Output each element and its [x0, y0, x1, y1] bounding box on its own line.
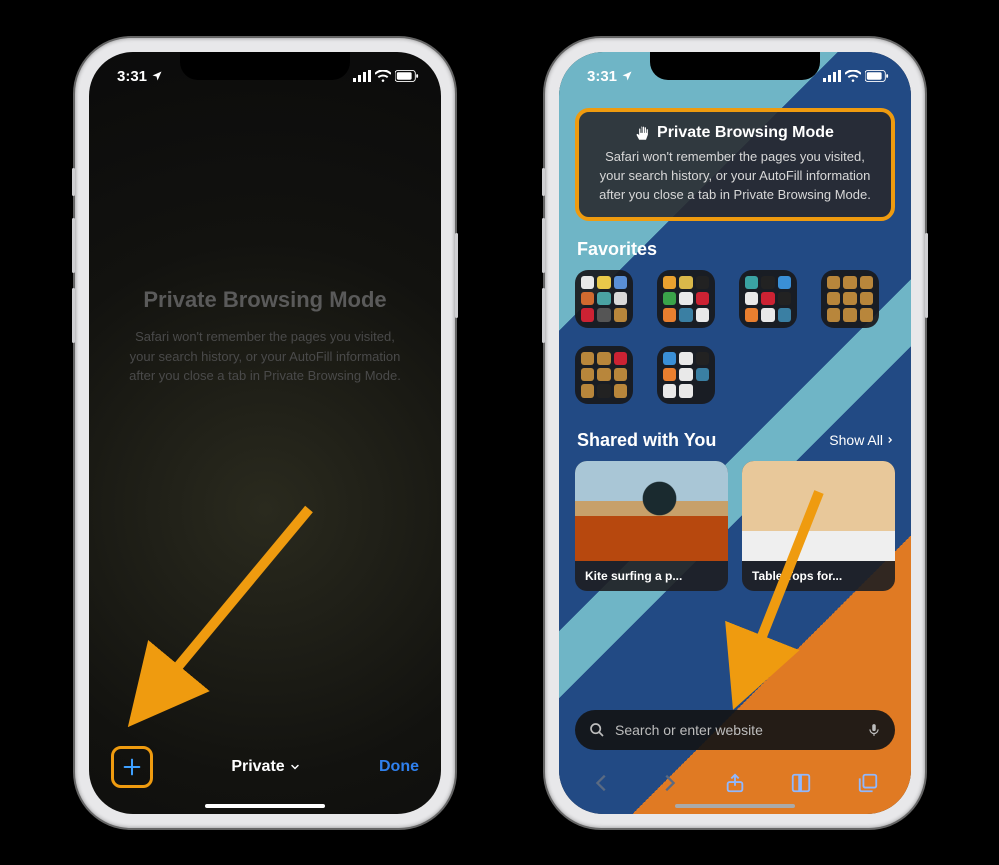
hand-icon	[636, 126, 651, 141]
shared-thumbnail	[575, 461, 728, 561]
favorites-grid	[575, 270, 895, 404]
cellular-icon	[353, 70, 371, 82]
show-all-label: Show All	[829, 432, 883, 448]
tab-group-selector[interactable]: Private	[231, 758, 300, 776]
shared-thumbnail	[742, 461, 895, 561]
private-mode-description: Safari won't remember the pages you visi…	[89, 327, 441, 386]
notch	[650, 52, 820, 80]
shared-item[interactable]: Table Tops for...	[742, 461, 895, 591]
screen-right: 3:31 Private Browsing Mode Safari won't …	[559, 52, 911, 814]
plus-icon	[121, 756, 143, 778]
battery-icon	[395, 70, 419, 82]
chevron-down-icon	[289, 761, 301, 773]
annotation-arrow-left	[129, 499, 329, 734]
notch	[180, 52, 350, 80]
done-button[interactable]: Done	[379, 758, 419, 776]
show-all-button[interactable]: Show All	[829, 432, 895, 448]
share-button[interactable]	[715, 772, 755, 794]
chevron-right-icon	[885, 434, 895, 446]
search-field[interactable]: Search or enter website	[575, 710, 895, 750]
favorites-folder[interactable]	[739, 270, 797, 328]
location-arrow-icon	[621, 70, 633, 82]
forward-button[interactable]	[649, 772, 689, 794]
tabs-button[interactable]	[848, 772, 888, 794]
status-time: 3:31	[587, 68, 617, 85]
tab-switcher-toolbar: Private Done	[89, 736, 441, 814]
favorites-folder[interactable]	[575, 270, 633, 328]
wifi-icon	[375, 70, 391, 82]
cellular-icon	[823, 70, 841, 82]
favorites-folder[interactable]	[821, 270, 879, 328]
favorites-folder[interactable]	[575, 346, 633, 404]
phone-left: 3:31 Private Browsing Mode Safari won't …	[75, 38, 455, 828]
favorites-folder[interactable]	[657, 346, 715, 404]
back-button[interactable]	[582, 772, 622, 794]
favorites-folder[interactable]	[657, 270, 715, 328]
phone-right: 3:31 Private Browsing Mode Safari won't …	[545, 38, 925, 828]
private-mode-title: Private Browsing Mode	[89, 287, 441, 313]
shared-caption: Table Tops for...	[742, 561, 895, 591]
screen-left: 3:31 Private Browsing Mode Safari won't …	[89, 52, 441, 814]
shared-caption: Kite surfing a p...	[575, 561, 728, 591]
shared-heading: Shared with You	[577, 430, 716, 451]
favorites-heading: Favorites	[577, 239, 895, 260]
banner-body: Safari won't remember the pages you visi…	[593, 148, 877, 205]
shared-item[interactable]: Kite surfing a p...	[575, 461, 728, 591]
location-arrow-icon	[151, 70, 163, 82]
wifi-icon	[845, 70, 861, 82]
battery-icon	[865, 70, 889, 82]
tab-group-label: Private	[231, 758, 284, 776]
microphone-icon[interactable]	[867, 721, 881, 739]
status-time: 3:31	[117, 68, 147, 85]
home-indicator[interactable]	[675, 804, 795, 808]
banner-title: Private Browsing Mode	[657, 124, 834, 142]
search-icon	[589, 722, 605, 738]
home-indicator[interactable]	[205, 804, 325, 808]
bookmarks-button[interactable]	[781, 772, 821, 794]
search-placeholder: Search or enter website	[615, 722, 857, 738]
private-mode-banner: Private Browsing Mode Safari won't remem…	[575, 108, 895, 221]
new-tab-button[interactable]	[111, 746, 153, 788]
